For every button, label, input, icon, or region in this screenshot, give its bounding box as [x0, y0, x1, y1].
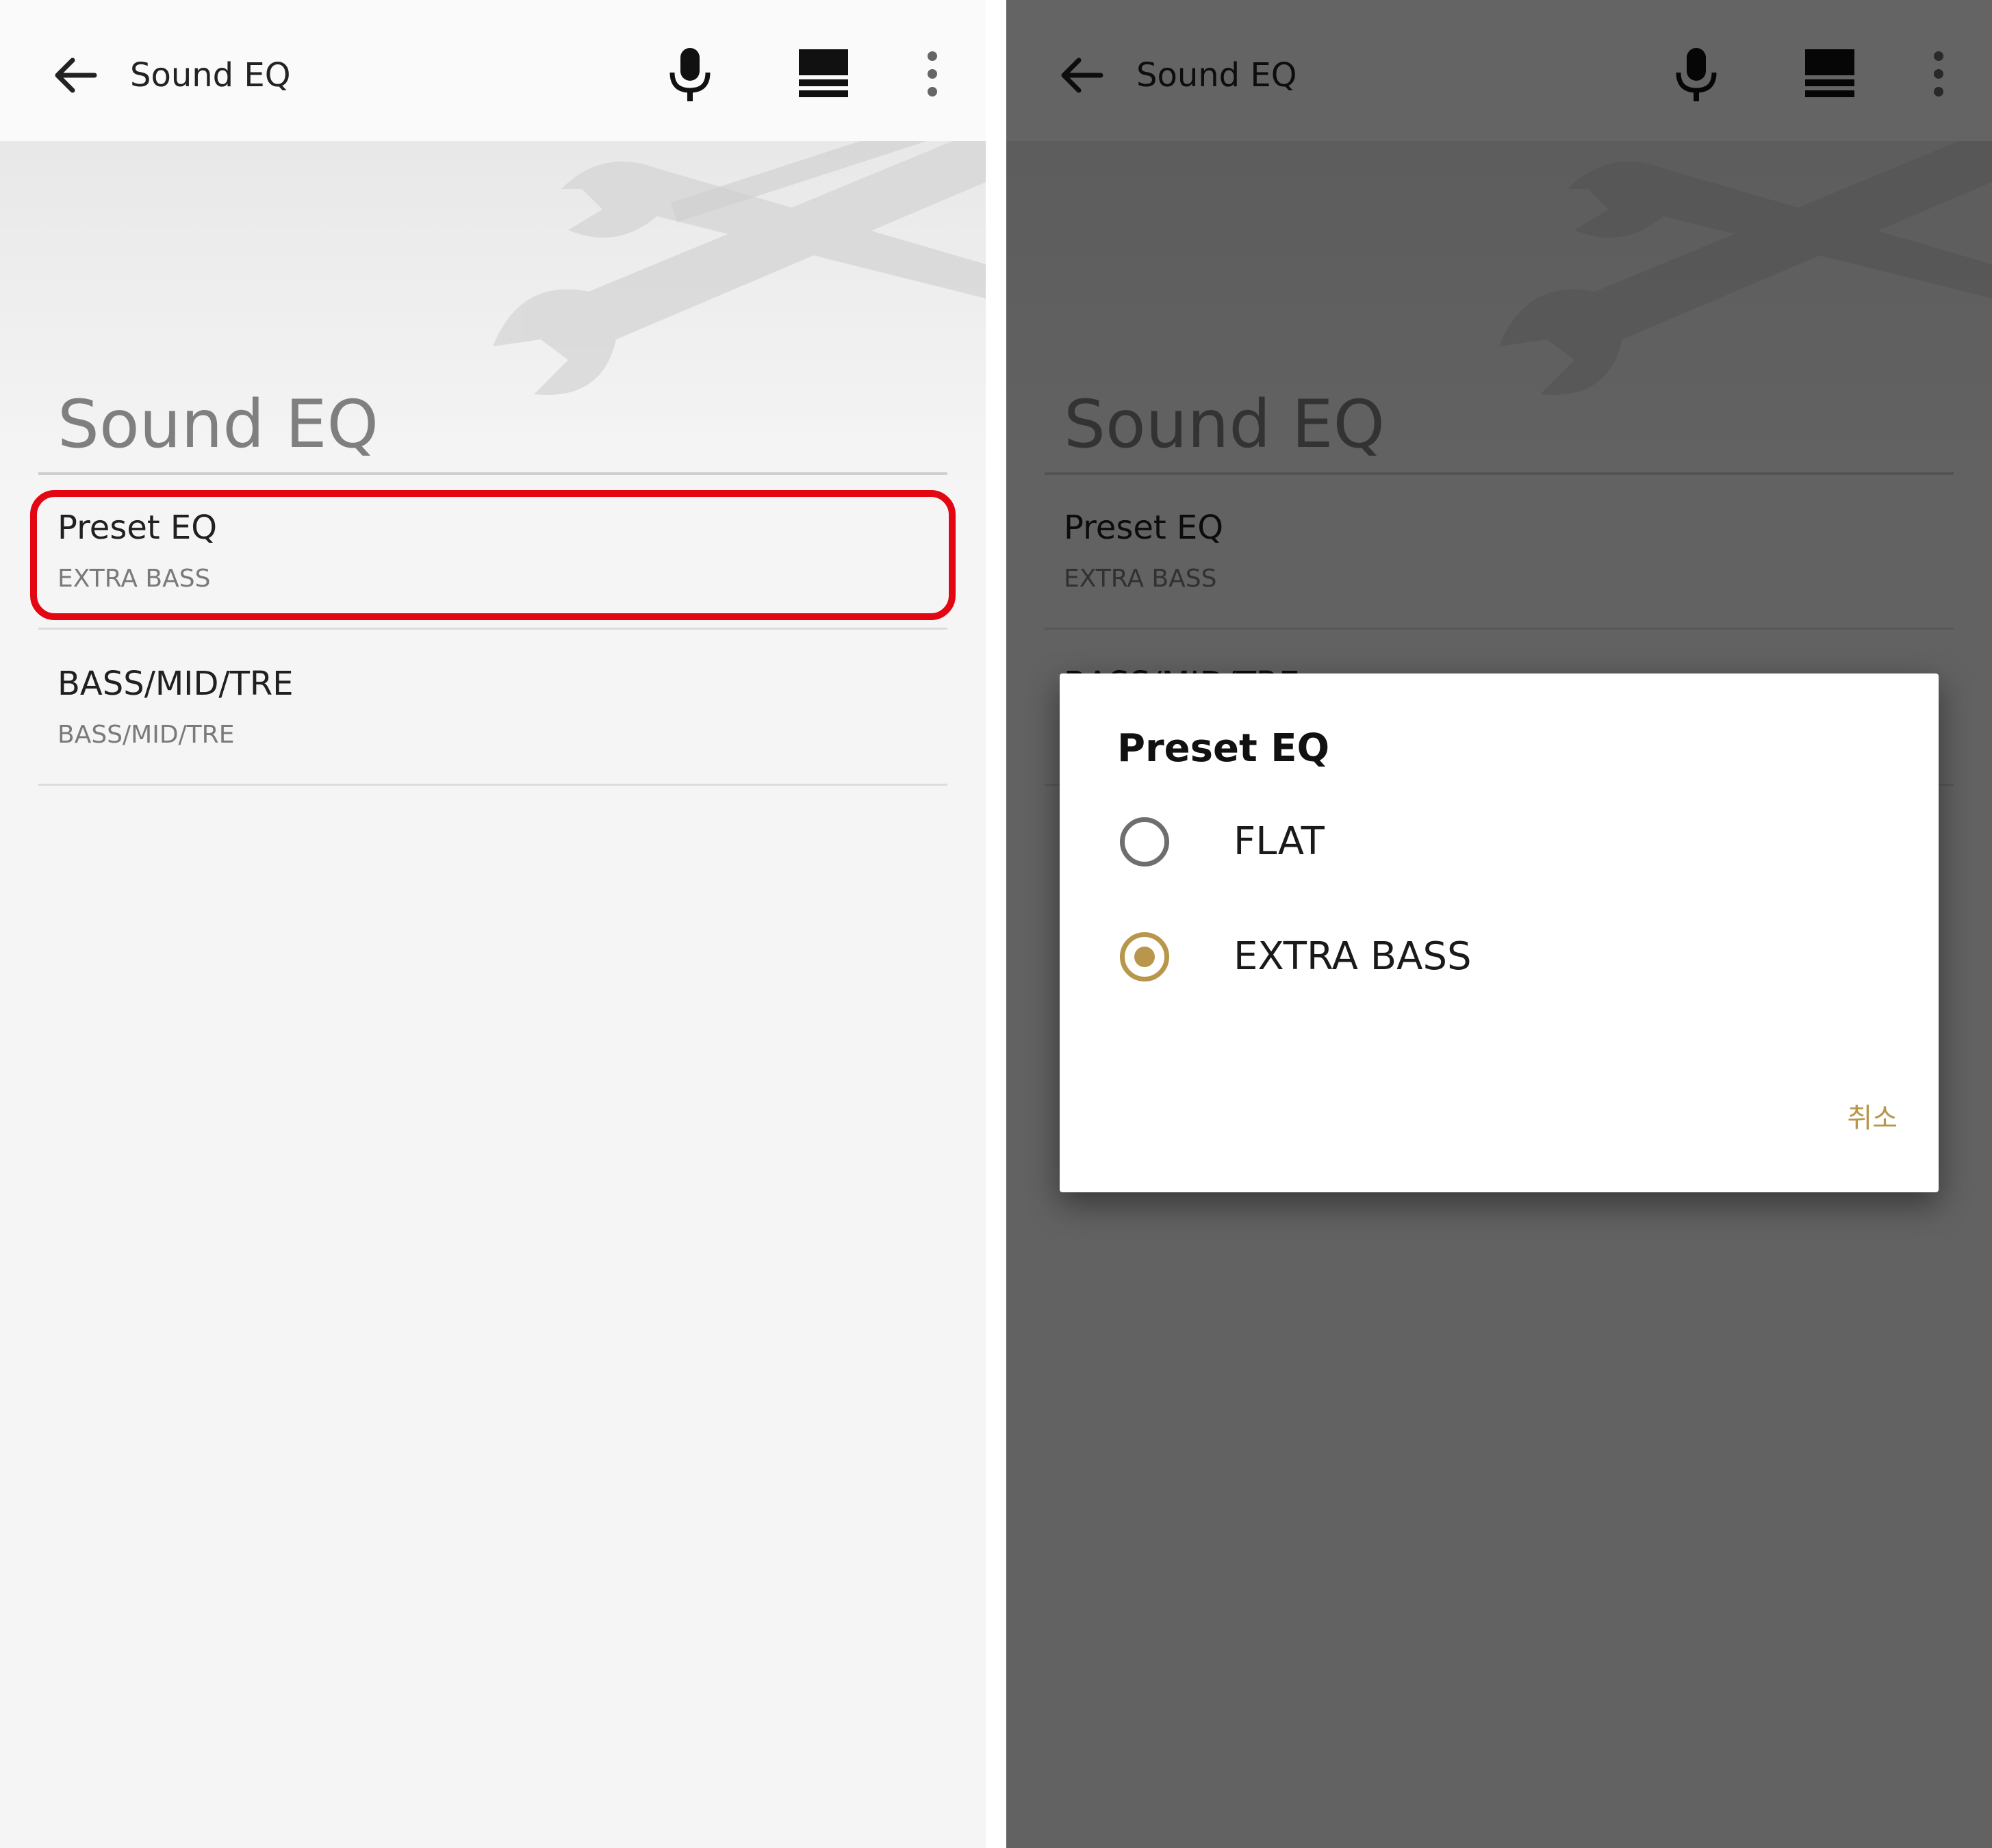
option-extra-bass[interactable]: EXTRA BASS — [1060, 905, 1939, 1008]
highlight-outline — [30, 490, 956, 620]
option-label: FLAT — [1234, 819, 1325, 864]
microphone-icon[interactable] — [663, 45, 717, 104]
preset-eq-dialog: Preset EQ FLAT EXTRA BASS 취소 — [1060, 673, 1939, 1192]
dialog-title: Preset EQ — [1117, 726, 1330, 771]
back-arrow-icon[interactable] — [49, 48, 104, 103]
more-vert-icon[interactable] — [919, 49, 946, 99]
layout-icon[interactable] — [796, 49, 851, 99]
option-label: EXTRA BASS — [1234, 934, 1472, 979]
item-divider — [38, 784, 947, 786]
settings-screen: Sound EQ Sound EQ Preset EQ EXTRA BASS B… — [0, 0, 986, 1848]
option-flat[interactable]: FLAT — [1060, 790, 1939, 893]
bass-mid-tre-item[interactable]: BASS/MID/TRE BASS/MID/TRE — [38, 632, 947, 786]
item-divider — [38, 628, 947, 630]
section-title: Sound EQ — [58, 386, 379, 463]
cancel-button[interactable]: 취소 — [1758, 1084, 1908, 1153]
app-bar: Sound EQ — [0, 0, 986, 141]
radio-unchecked-icon[interactable] — [1120, 817, 1169, 867]
radio-checked-icon[interactable] — [1120, 932, 1169, 981]
section-divider — [38, 472, 947, 475]
app-bar-title: Sound EQ — [130, 56, 291, 94]
bass-mid-tre-summary: BASS/MID/TRE — [58, 721, 235, 749]
settings-screen-with-dialog: Sound EQ Sound EQ Preset EQ EXTRA BASS B… — [1006, 0, 1992, 1848]
bass-mid-tre-title: BASS/MID/TRE — [58, 665, 294, 703]
